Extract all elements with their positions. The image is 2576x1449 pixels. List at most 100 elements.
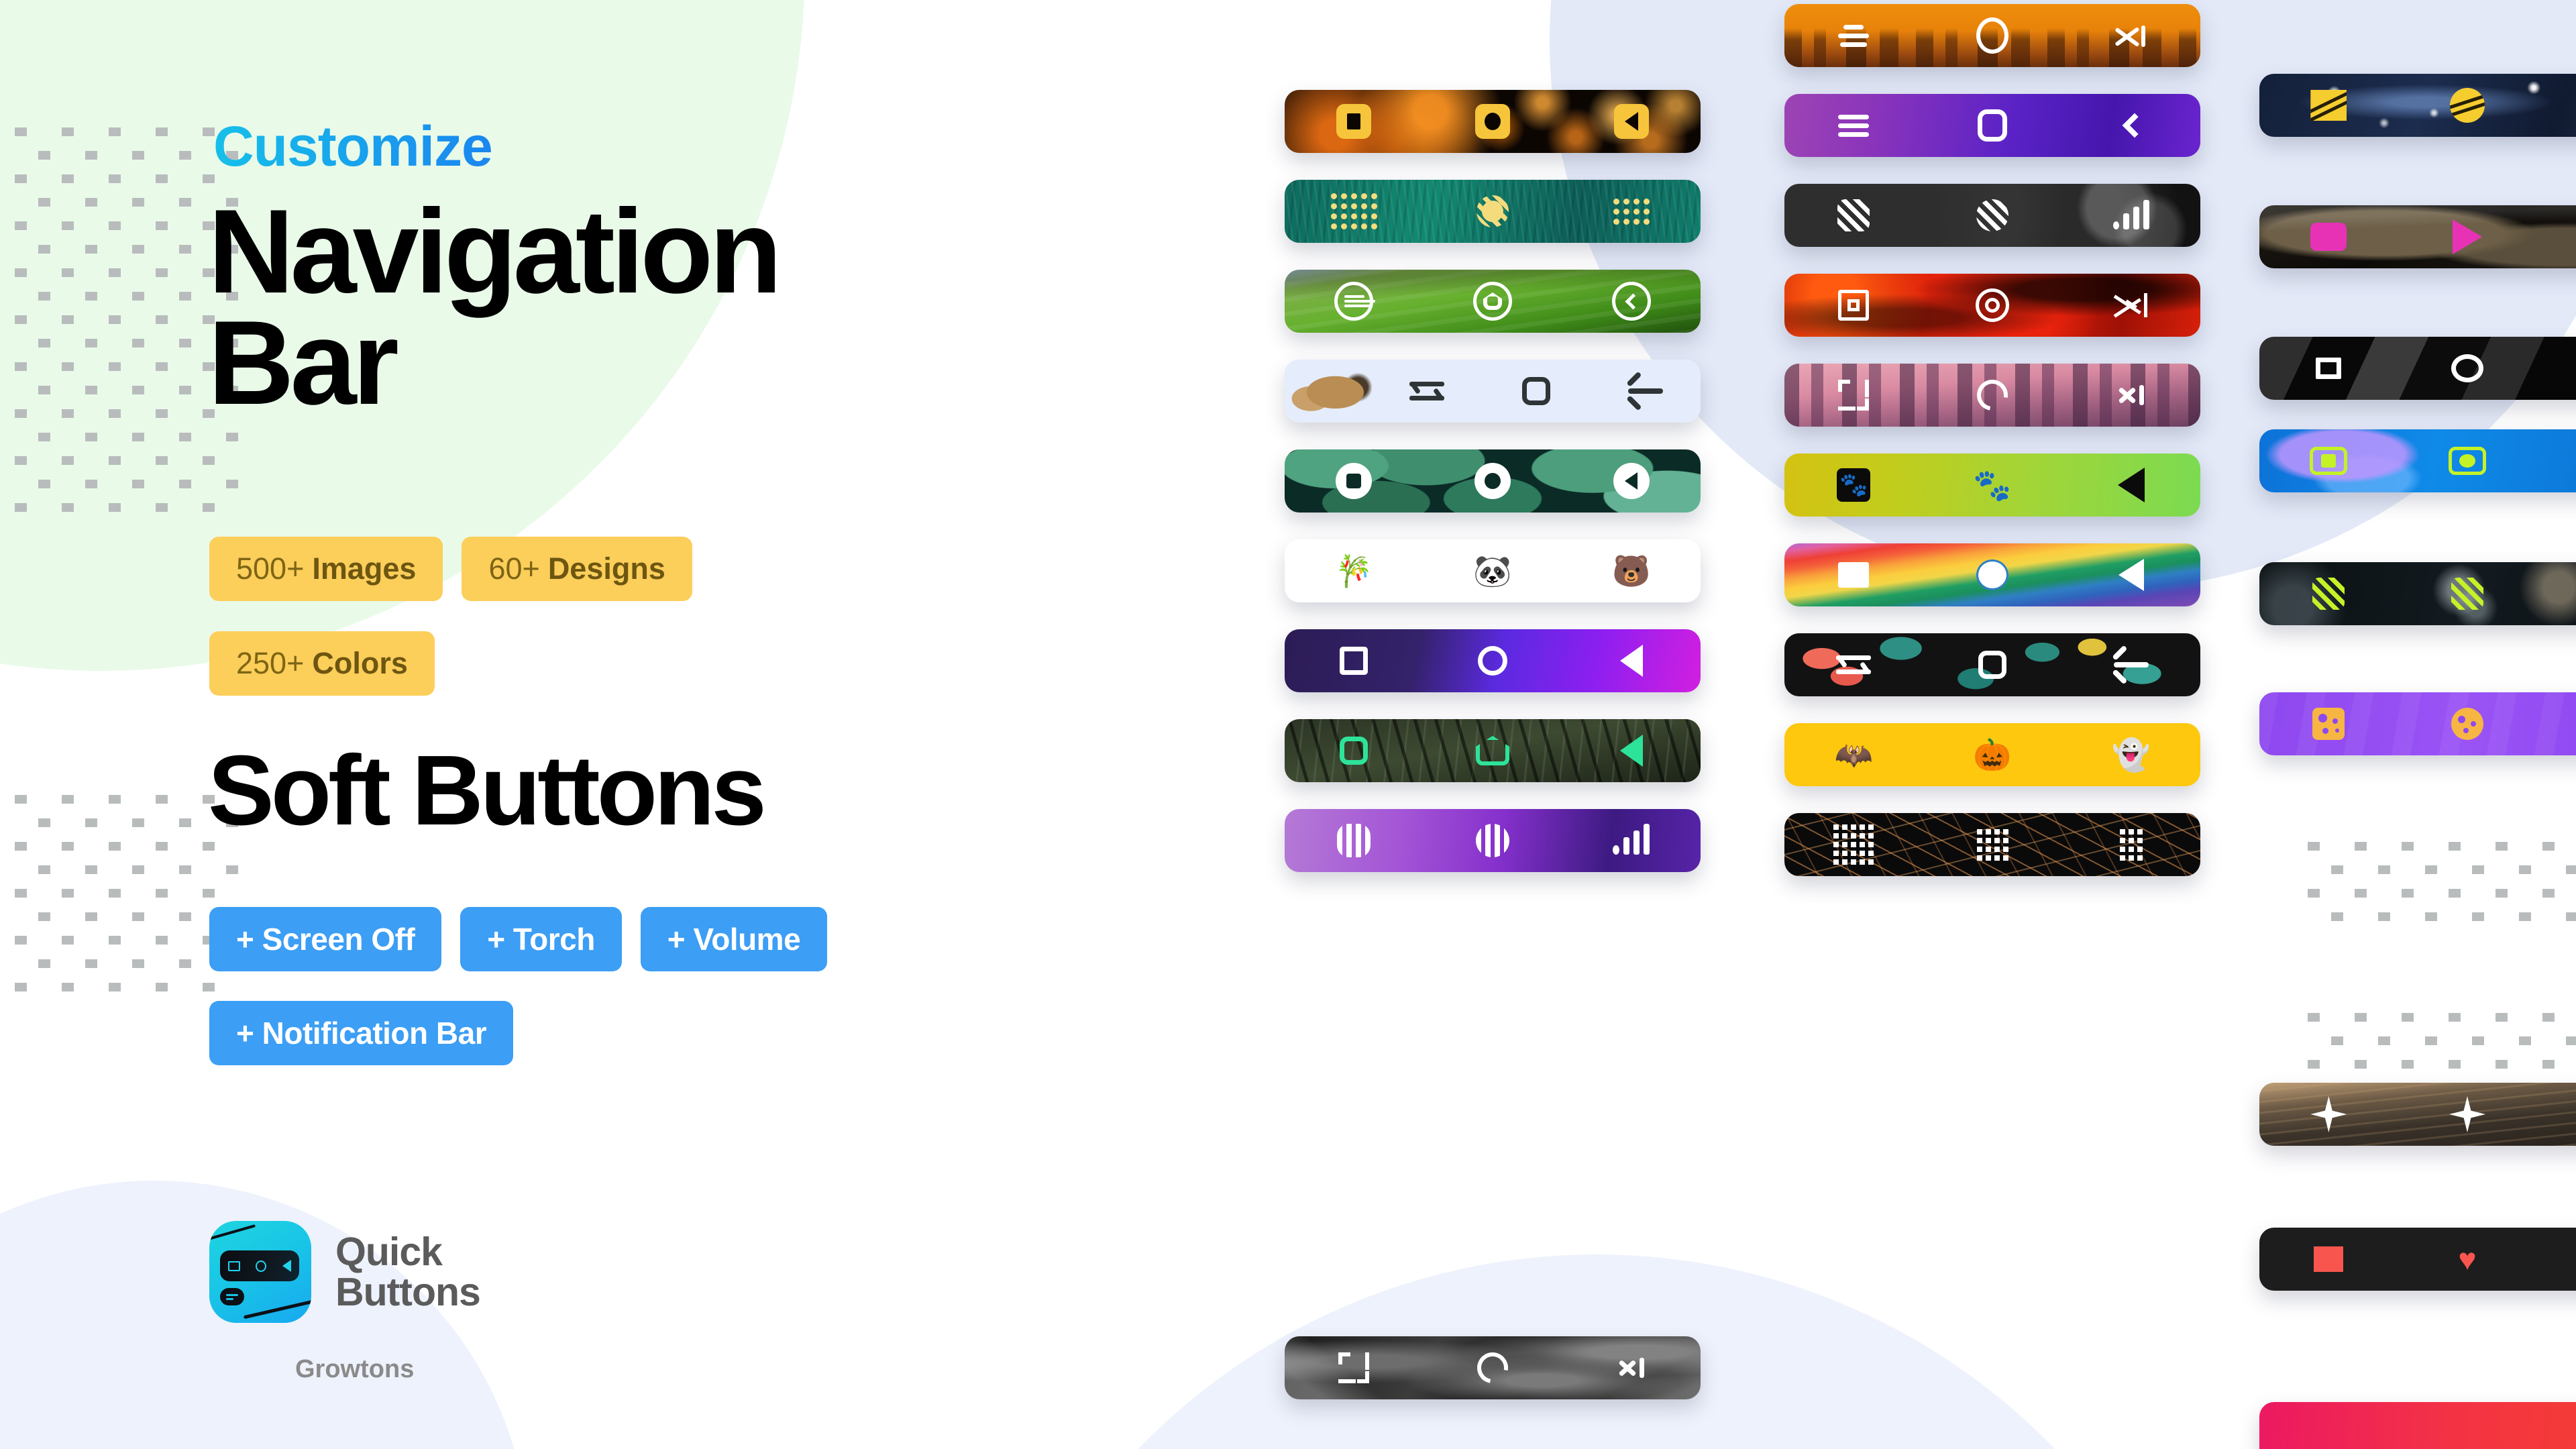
magenta-triangle-icon[interactable] — [2398, 219, 2537, 254]
navbar-preview-lime-gradient[interactable]: 🐾 🐾 — [1784, 453, 2200, 517]
navbar-preview-halloween-yellow[interactable]: 🦇 🎃 👻 — [1784, 723, 2200, 786]
swap-arrows-icon[interactable] — [1784, 653, 1923, 677]
navbar-preview-dark-pod[interactable] — [2259, 205, 2576, 268]
navbar-preview-dark-leaves[interactable] — [1285, 449, 1701, 513]
navbar-preview-floral-dark[interactable] — [1784, 633, 2200, 696]
recents-corners-icon[interactable] — [1784, 380, 1923, 411]
navbar-preview-pink-red[interactable] — [2259, 1402, 2576, 1449]
dot-matrix-square-icon[interactable] — [1285, 193, 1424, 229]
hatch-square-icon[interactable] — [1784, 199, 1923, 231]
magenta-square-icon[interactable] — [2259, 223, 2398, 251]
lime-hatch-square-icon[interactable] — [2259, 578, 2398, 610]
stripe-square-icon[interactable] — [1285, 824, 1424, 857]
back-triangle-icon[interactable] — [1562, 104, 1701, 139]
home-pentagon-icon[interactable] — [1424, 736, 1562, 765]
stripe-triangle-icon[interactable] — [1562, 824, 1701, 855]
recents-square-icon[interactable] — [1784, 562, 1923, 588]
navbar-preview-violet-gradient[interactable] — [1285, 809, 1701, 872]
navbar-preview-light-bear[interactable] — [1285, 360, 1701, 423]
grid-circle-icon[interactable] — [1923, 828, 2062, 861]
dot-matrix-circle-icon[interactable] — [1424, 195, 1562, 227]
navbar-preview-orange-city[interactable] — [1784, 4, 2200, 67]
navbar-preview-purple-gradient[interactable] — [1784, 94, 2200, 157]
home-circle-outline-icon[interactable] — [2398, 354, 2537, 382]
home-circle-icon[interactable] — [1424, 646, 1562, 676]
back-triangle-circle-icon[interactable] — [1562, 463, 1701, 499]
recents-square-icon[interactable] — [1285, 647, 1424, 675]
recents-square-circle-icon[interactable] — [1285, 463, 1424, 499]
grid-triangle-icon[interactable] — [2061, 828, 2200, 861]
spiral-triangle-icon[interactable] — [2061, 289, 2200, 321]
bubble-circle-icon[interactable] — [2398, 708, 2537, 740]
navbar-preview-galaxy[interactable] — [2259, 74, 2576, 137]
back-triangle-icon[interactable] — [1562, 645, 1701, 677]
paw-print-icon[interactable]: 🐾 — [1923, 470, 2062, 500]
navbar-preview-purple-magenta[interactable] — [1285, 629, 1701, 692]
back-triangle-icon[interactable] — [1562, 735, 1701, 767]
swap-arrows-icon[interactable] — [1372, 379, 1481, 403]
home-circle-icon[interactable] — [1424, 104, 1562, 139]
spiral-circle-icon[interactable] — [1923, 288, 2062, 322]
navbar-preview-dark-bokeh[interactable] — [2259, 562, 2576, 625]
panda-body-icon[interactable]: 🐻 — [1562, 555, 1701, 586]
bubble-square-icon[interactable] — [2259, 708, 2398, 740]
navbar-preview-black-foil[interactable] — [1285, 1336, 1701, 1399]
home-circle-icon[interactable] — [1923, 17, 2062, 54]
pumpkin-icon[interactable]: 🎃 — [1923, 739, 2062, 770]
stripe-circle-icon[interactable] — [1424, 824, 1562, 857]
back-chevron-circle-icon[interactable] — [1562, 282, 1701, 321]
planet-slab-icon[interactable] — [2259, 90, 2398, 121]
navbar-preview-teal-grass[interactable] — [1285, 180, 1701, 243]
red-square-icon[interactable] — [2259, 1246, 2398, 1272]
navbar-preview-purple-flat[interactable] — [2259, 692, 2576, 755]
navbar-preview-black-geometry[interactable] — [2259, 337, 2576, 400]
paw-triangle-icon[interactable] — [2061, 468, 2200, 502]
sparkle-diamond-icon[interactable] — [2398, 1096, 2537, 1132]
navbar-preview-green-hills[interactable] — [1285, 270, 1701, 333]
navbar-preview-pink-city[interactable] — [1784, 364, 2200, 427]
navbar-preview-dark-bubbles[interactable] — [1784, 184, 2200, 247]
back-triangle-icon[interactable] — [2061, 559, 2200, 591]
rounded-square-icon[interactable] — [1923, 109, 2062, 142]
navbar-preview-train-rails[interactable] — [1285, 719, 1701, 782]
home-dot-circle-icon[interactable] — [1424, 463, 1562, 499]
home-ring-icon[interactable] — [1923, 373, 2062, 417]
recents-square-outline-icon[interactable] — [2259, 358, 2398, 379]
menu-lines-icon[interactable] — [1784, 111, 1923, 141]
back-wedge-icon[interactable] — [1562, 1352, 1701, 1383]
navbar-preview-sparks-black[interactable] — [1784, 813, 2200, 876]
panda-face-icon[interactable]: 🐼 — [1424, 555, 1562, 586]
paw-square-icon[interactable]: 🐾 — [1784, 468, 1923, 502]
back-wedge-icon[interactable] — [2061, 380, 2200, 411]
navbar-preview-red-nebula[interactable] — [1784, 274, 2200, 337]
ghost-icon[interactable]: 👻 — [2061, 739, 2200, 770]
lime-square-icon[interactable] — [2259, 447, 2398, 475]
lime-hatch-circle-icon[interactable] — [2398, 578, 2537, 610]
arrow-left-icon[interactable] — [1591, 388, 1701, 394]
rounded-square-icon[interactable] — [1923, 651, 2062, 679]
navbar-preview-blue-jellyfish[interactable] — [2259, 429, 2576, 492]
navbar-preview-golden-waves[interactable] — [2259, 1083, 2576, 1146]
home-house-circle-icon[interactable] — [1424, 282, 1562, 321]
arrow-left-icon[interactable] — [2061, 662, 2200, 667]
navbar-preview-rainbow[interactable] — [1784, 543, 2200, 606]
lime-circle-icon[interactable] — [2398, 447, 2537, 475]
recents-corners-icon[interactable] — [1285, 1352, 1424, 1383]
spiral-square-icon[interactable] — [1784, 290, 1923, 321]
hatch-circle-icon[interactable] — [1923, 199, 2062, 231]
menu-lines-circle-icon[interactable] — [1285, 282, 1424, 321]
sparkle-outline-icon[interactable] — [2259, 1096, 2398, 1132]
back-triangle-icon[interactable] — [2061, 20, 2200, 51]
planet-circle-icon[interactable] — [2398, 88, 2537, 123]
navbar-preview-near-black[interactable]: ♥ — [2259, 1228, 2576, 1291]
rounded-square-icon[interactable] — [1481, 377, 1591, 405]
hatch-triangle-icon[interactable] — [2061, 200, 2200, 229]
bat-icon[interactable]: 🦇 — [1784, 739, 1923, 770]
back-chevron-icon[interactable] — [2061, 113, 2200, 138]
red-heart-icon[interactable]: ♥ — [2398, 1244, 2537, 1275]
recents-rounded-square-icon[interactable] — [1285, 737, 1424, 765]
navbar-preview-fire-sparks[interactable] — [1285, 90, 1701, 153]
red-triangle-icon[interactable] — [2536, 1243, 2576, 1275]
home-circle-icon[interactable] — [1923, 559, 2062, 590]
navbar-preview-white-panda[interactable]: 🎋 🐼 🐻 — [1285, 539, 1701, 602]
